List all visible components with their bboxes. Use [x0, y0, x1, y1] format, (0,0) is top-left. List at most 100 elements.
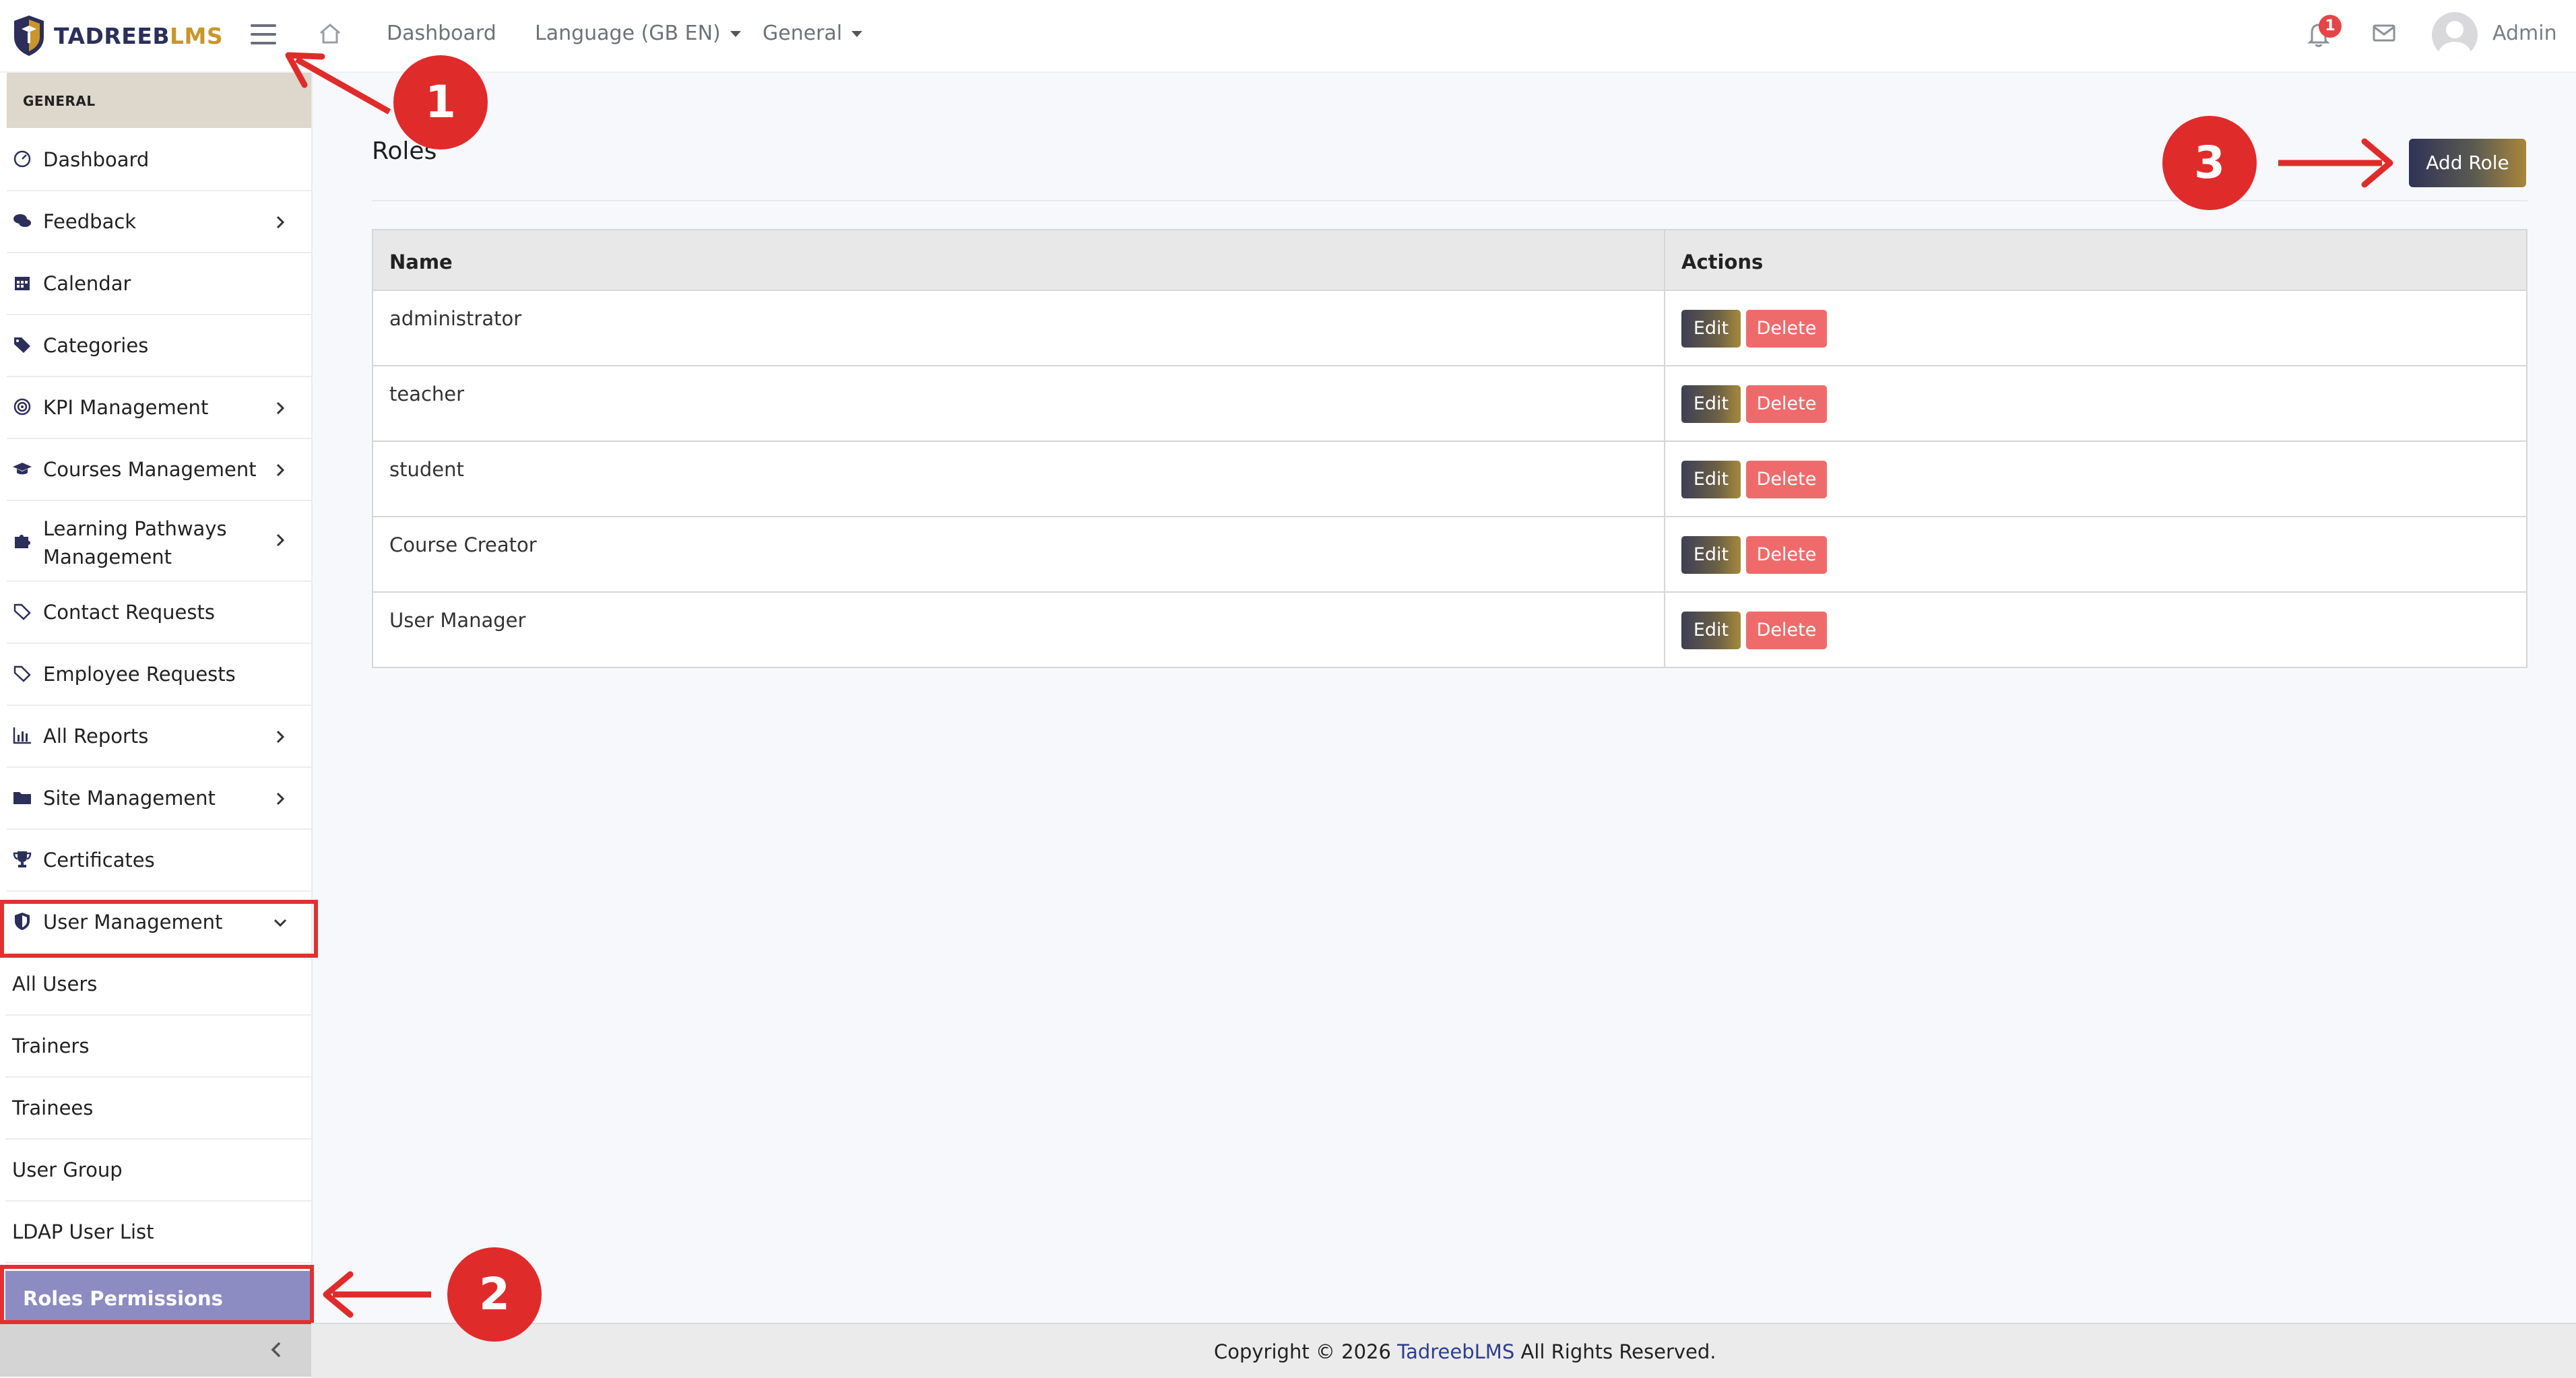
sidebar-item-courses-management[interactable]: Courses Management — [7, 438, 311, 501]
graduation-cap-icon — [13, 463, 32, 475]
sidebar-item-label: Courses Management — [43, 458, 257, 481]
role-name: User Manager — [389, 609, 526, 632]
sidebar-item-label: Feedback — [43, 210, 137, 233]
table-row: Course Creator Edit Delete — [372, 517, 2527, 593]
highlight-user-management — [0, 900, 318, 958]
tag-icon — [13, 603, 31, 620]
nav-dashboard-link[interactable]: Dashboard — [387, 22, 496, 45]
chevron-right-icon — [276, 463, 285, 477]
column-divider — [1664, 230, 1665, 290]
delete-button[interactable]: Delete — [1746, 461, 1827, 498]
delete-button[interactable]: Delete — [1746, 385, 1827, 423]
menu-toggle-icon[interactable] — [251, 23, 278, 46]
sidebar-item-kpi-management[interactable]: KPI Management — [7, 376, 311, 439]
general-dropdown-label: General — [763, 22, 843, 45]
home-icon[interactable] — [317, 20, 344, 47]
sidebar-item-label: Site Management — [43, 787, 216, 810]
chevron-right-icon — [276, 216, 285, 229]
trophy-icon — [13, 851, 32, 867]
chevron-right-icon — [276, 792, 285, 806]
chevron-right-icon — [276, 401, 285, 415]
table-row: User Manager Edit Delete — [372, 593, 2527, 668]
delete-button[interactable]: Delete — [1746, 536, 1827, 574]
bar-chart-icon — [13, 727, 31, 744]
annotation-callout-1: 1 — [393, 55, 488, 150]
sidebar-item-label: Employee Requests — [43, 663, 236, 686]
role-name: teacher — [389, 383, 465, 405]
delete-button[interactable]: Delete — [1746, 310, 1827, 348]
sidebar-item-categories[interactable]: Categories — [7, 314, 311, 377]
sidebar-item-learning-pathways[interactable]: Learning Pathways Management — [7, 500, 311, 582]
brand-logo[interactable]: TADREEBLMS — [12, 13, 223, 58]
sidebar-subitem-ldap-user-list[interactable]: LDAP User List — [5, 1200, 311, 1264]
puzzle-icon — [15, 535, 30, 548]
sidebar-item-all-reports[interactable]: All Reports — [7, 704, 311, 768]
sidebar-item-label-line2: Management — [43, 546, 172, 568]
table-row: administrator Edit Delete — [372, 291, 2527, 366]
annotation-callout-3: 3 — [2162, 116, 2257, 210]
sidebar-subitem-all-users[interactable]: All Users — [5, 952, 311, 1016]
sidebar-item-dashboard[interactable]: Dashboard — [7, 128, 311, 191]
delete-button[interactable]: Delete — [1746, 612, 1827, 649]
brand-name: TADREEBLMS — [54, 22, 224, 49]
role-name: administrator — [389, 307, 522, 330]
footer: Copyright © 2026 TadreebLMS All Rights R… — [311, 1323, 2576, 1378]
folder-icon — [13, 792, 31, 804]
column-header-name: Name — [389, 251, 453, 273]
edit-button[interactable]: Edit — [1681, 310, 1741, 348]
role-name: student — [389, 458, 464, 481]
language-dropdown-label: Language (GB EN) — [535, 22, 721, 45]
sidebar-item-label: Learning Pathways — [43, 517, 227, 540]
sidebar-section-label: GENERAL — [7, 73, 311, 128]
sidebar-subitem-trainees[interactable]: Trainees — [5, 1076, 311, 1140]
sidebar-border — [311, 73, 313, 1377]
edit-button[interactable]: Edit — [1681, 536, 1741, 574]
shield-logo-icon — [14, 15, 44, 56]
caret-down-icon — [730, 31, 741, 37]
annotation-callout-2: 2 — [447, 1247, 542, 1342]
sidebar-item-label: Certificates — [43, 849, 155, 872]
sidebar-item-label: All Reports — [43, 725, 149, 748]
sidebar-item-label: Categories — [43, 334, 149, 357]
notification-badge: 1 — [2319, 15, 2342, 38]
mail-icon[interactable] — [2373, 24, 2395, 42]
tags-icon — [14, 337, 30, 353]
sidebar-item-label: Calendar — [43, 272, 131, 295]
sidebar-subitem-user-group[interactable]: User Group — [5, 1138, 311, 1202]
table-row: student Edit Delete — [372, 442, 2527, 517]
table-row: teacher Edit Delete — [372, 366, 2527, 442]
gauge-icon — [13, 150, 31, 168]
sidebar-collapse-button[interactable] — [0, 1323, 311, 1377]
sidebar: GENERAL Dashboard Feedback Calendar Cate… — [0, 73, 311, 1377]
user-name[interactable]: Admin — [2492, 22, 2557, 45]
topbar-divider — [0, 71, 2576, 73]
sidebar-item-label: Dashboard — [43, 148, 150, 171]
sidebar-item-calendar[interactable]: Calendar — [7, 252, 311, 315]
sidebar-subitem-trainers[interactable]: Trainers — [5, 1014, 311, 1078]
language-dropdown[interactable]: Language (GB EN) — [535, 22, 741, 45]
calendar-icon — [15, 277, 30, 290]
role-name: Course Creator — [389, 533, 537, 556]
sidebar-item-feedback[interactable]: Feedback — [7, 190, 311, 253]
sidebar-item-contact-requests[interactable]: Contact Requests — [7, 581, 311, 644]
sidebar-item-label: Contact Requests — [43, 601, 215, 624]
sidebar-item-employee-requests[interactable]: Employee Requests — [7, 643, 311, 706]
sidebar-item-certificates[interactable]: Certificates — [7, 828, 311, 892]
edit-button[interactable]: Edit — [1681, 612, 1741, 649]
caret-down-icon — [851, 31, 863, 37]
copyright-text: Copyright © 2026 TadreebLMS All Rights R… — [1214, 1340, 1716, 1363]
add-role-button[interactable]: Add Role — [2409, 139, 2526, 187]
sidebar-item-label: KPI Management — [43, 396, 209, 419]
roles-table-header: Name Actions — [372, 229, 2527, 291]
user-avatar[interactable] — [2432, 12, 2478, 58]
tag-icon — [13, 665, 31, 682]
annotation-arrows — [285, 52, 2393, 1318]
chevron-left-icon — [271, 1342, 281, 1358]
edit-button[interactable]: Edit — [1681, 461, 1741, 498]
sidebar-item-site-management[interactable]: Site Management — [7, 766, 311, 830]
target-icon — [13, 398, 31, 416]
edit-button[interactable]: Edit — [1681, 385, 1741, 423]
general-dropdown[interactable]: General — [763, 22, 863, 45]
footer-brand-link[interactable]: TadreebLMS — [1397, 1340, 1514, 1363]
comments-icon — [13, 214, 31, 227]
